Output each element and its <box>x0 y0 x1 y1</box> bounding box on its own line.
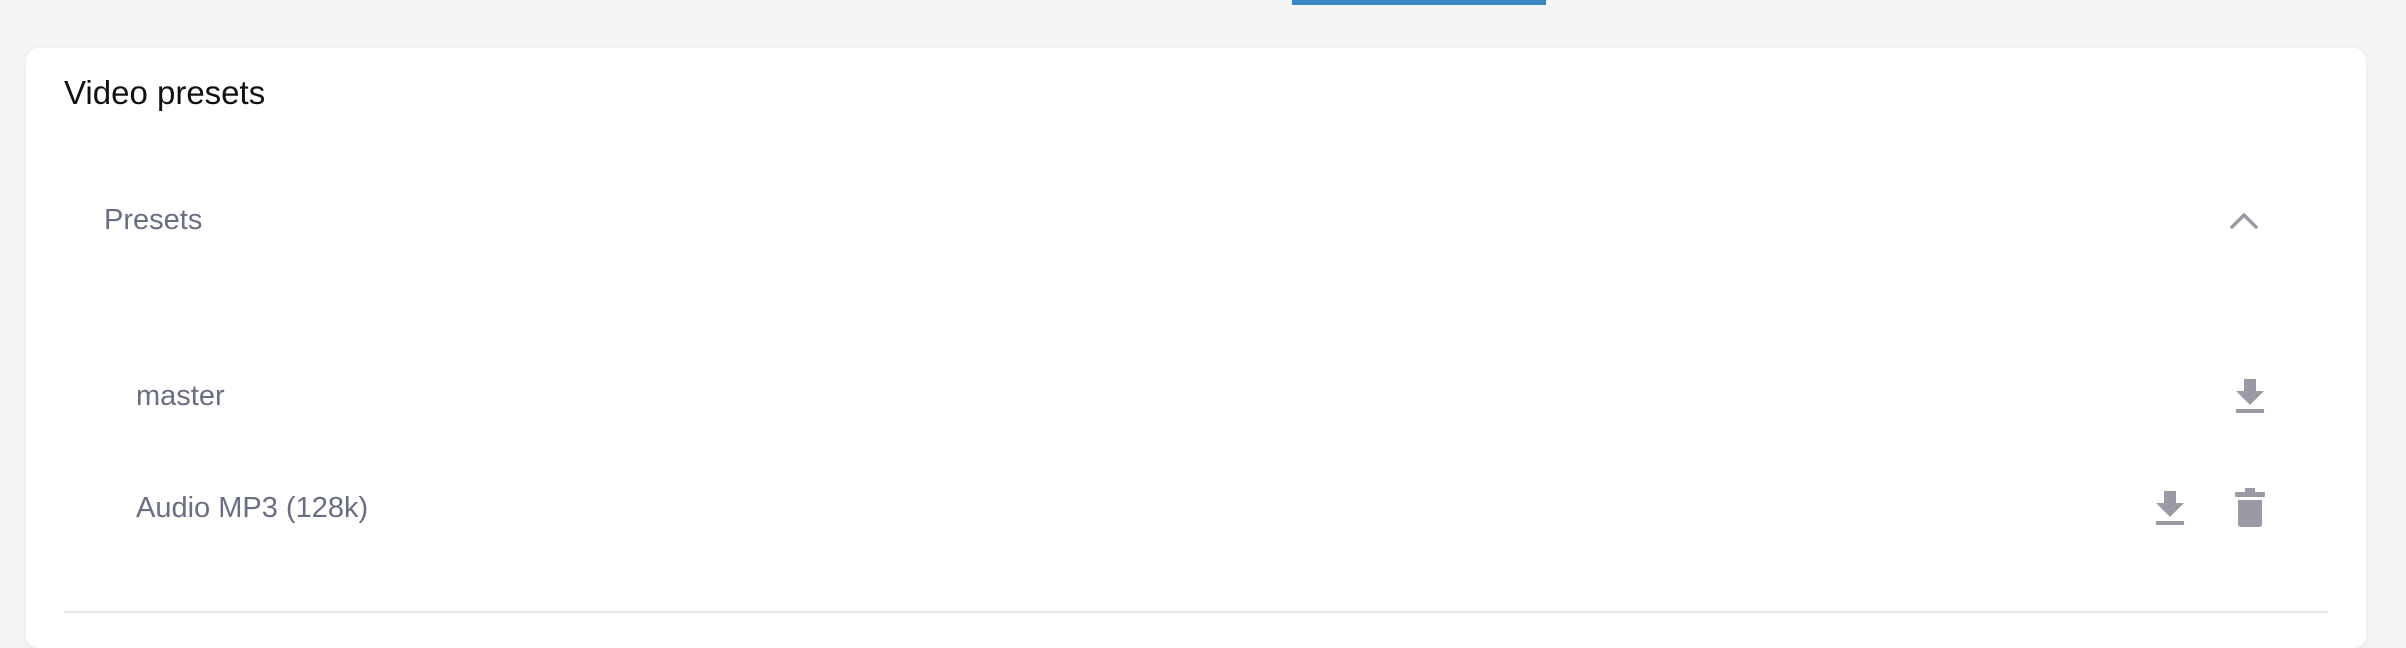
preset-row-audio-mp3: Audio MP3 (128k) <box>136 468 2276 548</box>
chevron-up-icon[interactable] <box>2214 190 2274 250</box>
trash-icon[interactable] <box>2224 482 2276 534</box>
video-presets-card: Video presets Presets master Audio MP3 (… <box>26 48 2366 648</box>
download-icon[interactable] <box>2144 482 2196 534</box>
active-tab-indicator <box>1292 0 1546 5</box>
preset-row-master: master <box>136 356 2276 436</box>
preset-actions <box>2144 482 2276 534</box>
preset-name: master <box>136 379 225 412</box>
download-icon[interactable] <box>2224 370 2276 422</box>
section-divider <box>64 611 2328 613</box>
preset-name: Audio MP3 (128k) <box>136 491 369 524</box>
presets-section-header[interactable]: Presets <box>64 180 2284 260</box>
card-title: Video presets <box>64 74 266 111</box>
preset-actions <box>2224 370 2276 422</box>
section-title: Presets <box>104 203 203 236</box>
